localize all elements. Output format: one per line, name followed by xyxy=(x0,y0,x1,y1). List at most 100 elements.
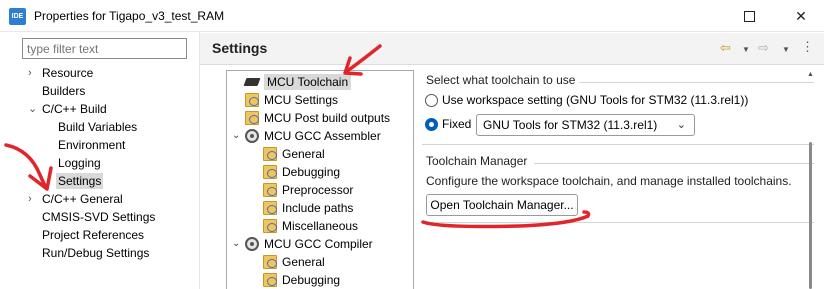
toolchain-select[interactable]: GNU Tools for STM32 (11.3.rel1) ⌄ xyxy=(476,114,695,136)
group-divider xyxy=(579,82,814,83)
nav-item-label: Settings xyxy=(56,173,104,189)
section-divider xyxy=(422,144,814,145)
tree-item-label: Include paths xyxy=(282,201,354,215)
nav-item-label: Builders xyxy=(42,84,86,98)
tree-item-mcu-toolchain[interactable]: MCU Toolchain xyxy=(243,73,352,91)
open-toolchain-manager-button[interactable]: Open Toolchain Manager... xyxy=(426,194,578,216)
chevron-down-icon[interactable]: ⌄ xyxy=(28,100,37,118)
nav-item-label: Run/Debug Settings xyxy=(42,246,150,260)
tree-item-compiler-general[interactable]: General xyxy=(263,253,325,271)
window-title: Properties for Tigapo_v3_test_RAM xyxy=(34,9,225,23)
close-button[interactable]: ✕ xyxy=(778,0,824,32)
tree-item-label: Debugging xyxy=(282,165,341,179)
scrollbar[interactable]: ▲ xyxy=(806,70,816,289)
scrollbar-thumb[interactable] xyxy=(809,142,812,289)
settings-header: Settings ⇦ ▼ ⇨ ▼ ⋮ xyxy=(200,33,824,65)
nav-item-settings[interactable]: Settings xyxy=(56,172,104,190)
chevron-down-icon: ⌄ xyxy=(676,119,686,131)
nav-item-label: Project References xyxy=(42,228,145,242)
nav-item-label: C/C++ General xyxy=(42,192,123,206)
view-menu-icon[interactable]: ⋮ xyxy=(801,39,814,55)
workspace-setting-label[interactable]: Use workspace setting (GNU Tools for STM… xyxy=(442,93,748,107)
nav-item-cpp-general[interactable]: › C/C++ General xyxy=(28,190,123,208)
fixed-radio[interactable] xyxy=(425,118,438,131)
tree-item-label: MCU GCC Assembler xyxy=(264,129,381,143)
chevron-right-icon[interactable]: › xyxy=(28,64,32,82)
nav-item-label: Resource xyxy=(42,66,94,80)
tree-item-gcc-assembler[interactable]: ⌄ MCU GCC Assembler xyxy=(232,127,381,145)
title-bar: IDE Properties for Tigapo_v3_test_RAM ✕ xyxy=(0,0,824,32)
chevron-right-icon[interactable]: › xyxy=(28,190,32,208)
maximize-button[interactable] xyxy=(726,0,772,32)
tool-settings-tree: MCU Toolchain MCU Settings MCU Post buil… xyxy=(226,70,414,289)
folder-settings-icon xyxy=(263,200,277,215)
nav-item-build-variables[interactable]: Build Variables xyxy=(58,118,137,136)
tree-item-label: Preprocessor xyxy=(282,183,354,197)
tree-item-label: General xyxy=(282,147,325,161)
tree-item-label: MCU GCC Compiler xyxy=(264,237,373,251)
tree-item-assembler-general[interactable]: General xyxy=(263,145,325,163)
tree-item-assembler-include-paths[interactable]: Include paths xyxy=(263,199,353,217)
chevron-down-icon[interactable]: ⌄ xyxy=(232,127,240,145)
nav-item-environment[interactable]: Environment xyxy=(58,136,125,154)
filter-input[interactable] xyxy=(22,38,187,59)
nav-item-cpp-build[interactable]: ⌄ C/C++ Build xyxy=(28,100,107,118)
close-icon: ✕ xyxy=(795,7,807,24)
folder-settings-icon xyxy=(263,146,277,161)
folder-settings-icon xyxy=(245,110,259,125)
nav-item-builders[interactable]: Builders xyxy=(42,82,85,100)
nav-item-label: Environment xyxy=(58,138,126,152)
nav-item-label: Build Variables xyxy=(58,120,138,134)
back-dropdown-icon[interactable]: ▼ xyxy=(742,45,750,54)
back-arrow-icon[interactable]: ⇦ xyxy=(720,40,731,56)
folder-settings-icon xyxy=(245,92,259,107)
gear-icon xyxy=(245,128,259,143)
pane-divider[interactable] xyxy=(199,32,200,289)
tree-item-label: Debugging xyxy=(282,273,341,287)
nav-item-resource[interactable]: › Resource xyxy=(28,64,94,82)
forward-dropdown-icon[interactable]: ▼ xyxy=(782,45,790,54)
nav-item-label: C/C++ Build xyxy=(42,102,107,116)
page-title: Settings xyxy=(212,40,268,56)
section-divider xyxy=(422,222,814,223)
fixed-label[interactable]: Fixed xyxy=(442,117,471,131)
tree-item-assembler-preprocessor[interactable]: Preprocessor xyxy=(263,181,353,199)
folder-settings-icon xyxy=(263,164,277,179)
ide-app-icon: IDE xyxy=(9,8,26,25)
tree-item-gcc-compiler[interactable]: ⌄ MCU GCC Compiler xyxy=(232,235,373,253)
tree-item-mcu-settings[interactable]: MCU Settings xyxy=(245,91,338,109)
tree-item-assembler-misc[interactable]: Miscellaneous xyxy=(263,217,358,235)
chevron-down-icon[interactable]: ⌄ xyxy=(232,235,240,253)
nav-item-label: CMSIS-SVD Settings xyxy=(42,210,156,224)
scroll-up-icon[interactable]: ▲ xyxy=(807,71,814,78)
folder-settings-icon xyxy=(263,272,277,287)
tree-item-label: MCU Toolchain xyxy=(264,74,352,90)
tree-item-label: MCU Post build outputs xyxy=(264,111,391,125)
tree-item-compiler-debugging[interactable]: Debugging xyxy=(263,271,340,289)
maximize-icon xyxy=(743,10,755,22)
folder-settings-icon xyxy=(263,218,277,233)
tree-item-mcu-post-build[interactable]: MCU Post build outputs xyxy=(245,109,390,127)
nav-item-label: Logging xyxy=(58,156,101,170)
folder-settings-icon xyxy=(263,254,277,269)
tree-item-label: General xyxy=(282,255,325,269)
forward-arrow-icon[interactable]: ⇨ xyxy=(758,40,769,56)
nav-item-logging[interactable]: Logging xyxy=(58,154,101,172)
annotation-arrow-settings xyxy=(4,143,53,191)
nav-item-run-debug[interactable]: Run/Debug Settings xyxy=(42,244,149,262)
manager-group-title: Toolchain Manager xyxy=(426,154,528,168)
tree-item-label: Miscellaneous xyxy=(282,219,359,233)
tree-item-assembler-debugging[interactable]: Debugging xyxy=(263,163,340,181)
manager-description: Configure the workspace toolchain, and m… xyxy=(426,174,792,188)
nav-item-cmsis-svd[interactable]: CMSIS-SVD Settings xyxy=(42,208,155,226)
nav-item-project-references[interactable]: Project References xyxy=(42,226,144,244)
workspace-setting-radio[interactable] xyxy=(425,94,438,107)
tree-item-label: MCU Settings xyxy=(264,93,339,107)
toolchain-settings-panel: Select what toolchain to use Use workspa… xyxy=(414,70,824,289)
toolchain-select-value: GNU Tools for STM32 (11.3.rel1) xyxy=(483,118,658,132)
gear-icon xyxy=(245,236,259,251)
toolchain-group-title: Select what toolchain to use xyxy=(426,73,576,87)
group-divider xyxy=(534,163,814,164)
folder-settings-icon xyxy=(263,182,277,197)
chip-icon xyxy=(243,77,261,86)
